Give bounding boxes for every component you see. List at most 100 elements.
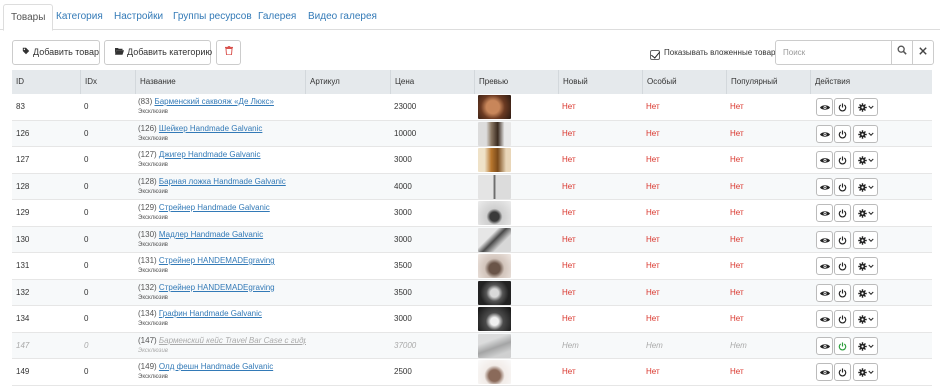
product-name-link[interactable]: Стрейнер HANDEMADEgraving	[159, 256, 275, 265]
preview-thumbnail[interactable]	[478, 307, 511, 331]
col-new-header[interactable]: Новый	[558, 70, 642, 94]
cell-popular: Нет	[730, 340, 747, 350]
view-button[interactable]	[816, 257, 833, 275]
col-idx-header[interactable]: IDx	[80, 70, 135, 94]
folder-open-icon	[115, 41, 124, 64]
settings-dropdown-button[interactable]	[853, 257, 878, 275]
cell-popular: Нет	[730, 261, 744, 270]
cell-new: Нет	[562, 340, 579, 350]
view-button[interactable]	[816, 151, 833, 169]
col-preview-header: Превью	[474, 70, 558, 94]
power-icon	[838, 182, 847, 192]
cell-idx: 0	[84, 367, 89, 376]
tab-settings[interactable]: Настройки	[114, 4, 163, 30]
product-name-link[interactable]: Джигер Handmade Galvanic	[159, 150, 261, 159]
view-button[interactable]	[816, 124, 833, 143]
toggle-active-button[interactable]	[834, 177, 851, 196]
clear-search-button[interactable]	[912, 40, 934, 65]
settings-dropdown-button[interactable]	[853, 230, 878, 249]
settings-dropdown-button[interactable]	[853, 124, 878, 143]
show-nested-toggle[interactable]: Показывать вложенные товары	[650, 48, 781, 60]
col-price-header[interactable]: Цена	[390, 70, 474, 94]
cell-special: Нет	[646, 340, 663, 350]
gear-icon	[857, 102, 867, 112]
preview-thumbnail[interactable]	[478, 174, 511, 199]
view-button[interactable]	[816, 98, 833, 116]
toggle-active-button[interactable]	[834, 336, 851, 355]
tab-category[interactable]: Категория	[56, 4, 103, 30]
view-button[interactable]	[816, 310, 833, 328]
settings-dropdown-button[interactable]	[853, 204, 878, 222]
product-name-link[interactable]: Шейкер Handmade Galvanic	[159, 124, 262, 133]
power-icon	[838, 208, 847, 218]
toggle-active-button[interactable]	[834, 310, 851, 328]
table-row: 130 0 3000 Нет Нет Нет (130) Мадлер Handmade G…	[12, 226, 932, 253]
search-button[interactable]	[891, 40, 913, 65]
show-nested-label: Показывать вложенные товары	[664, 48, 782, 58]
product-name-link[interactable]: Графин Handmade Galvanic	[159, 309, 262, 318]
col-popular-header[interactable]: Популярный	[726, 70, 810, 94]
product-name-link[interactable]: Барменский саквояж «Де Люкс»	[154, 97, 273, 106]
cell-price: 10000	[394, 128, 417, 138]
cell-price: 3500	[394, 261, 412, 270]
tab-resource-groups[interactable]: Группы ресурсов	[173, 4, 252, 30]
add-category-button[interactable]: Добавить категорию	[104, 40, 212, 65]
table-header: ID IDx Название Артикул Цена Превью Новы…	[12, 70, 932, 94]
preview-thumbnail[interactable]	[478, 360, 511, 384]
product-name-link[interactable]: Барменский кейс Travel Bar Case с гидрав	[159, 336, 306, 345]
preview-thumbnail[interactable]	[478, 121, 511, 146]
preview-thumbnail[interactable]	[478, 280, 511, 305]
preview-thumbnail[interactable]	[478, 254, 511, 278]
view-button[interactable]	[816, 283, 833, 302]
view-button[interactable]	[816, 363, 833, 381]
preview-thumbnail[interactable]	[478, 95, 511, 119]
tab-video-gallery[interactable]: Видео галерея	[308, 4, 377, 30]
chevron-down-icon	[867, 182, 874, 192]
tab-gallery[interactable]: Галерея	[258, 4, 296, 30]
eye-icon	[819, 367, 830, 377]
settings-dropdown-button[interactable]	[853, 177, 878, 196]
col-id-header[interactable]: ID	[12, 70, 80, 94]
settings-dropdown-button[interactable]	[853, 98, 878, 116]
settings-dropdown-button[interactable]	[853, 310, 878, 328]
view-button[interactable]	[816, 177, 833, 196]
eye-icon	[819, 129, 830, 139]
preview-thumbnail[interactable]	[478, 148, 511, 172]
add-product-button[interactable]: Добавить товар	[12, 40, 100, 65]
tab-products[interactable]: Товары	[3, 4, 54, 31]
product-name-link[interactable]: Стрейнер HANDEMADEgraving	[159, 283, 275, 292]
toggle-active-button[interactable]	[834, 283, 851, 302]
toggle-active-button[interactable]	[834, 124, 851, 143]
toggle-active-button[interactable]	[834, 363, 851, 381]
col-special-header[interactable]: Особый	[642, 70, 726, 94]
settings-dropdown-button[interactable]	[853, 336, 878, 355]
tab-bar: Товары Категория Настройки Группы ресурс…	[0, 0, 940, 31]
cell-id: 147	[16, 340, 30, 350]
preview-thumbnail[interactable]	[478, 227, 511, 252]
toggle-active-button[interactable]	[834, 230, 851, 249]
preview-thumbnail[interactable]	[478, 201, 511, 225]
toggle-active-button[interactable]	[834, 257, 851, 275]
product-name-link[interactable]: Стрейнер Handmade Galvanic	[159, 203, 270, 212]
product-name-link[interactable]: Барная ложка Handmade Galvanic	[159, 177, 286, 186]
cell-name: (134) Графин Handmade Galvanic	[138, 309, 306, 319]
preview-thumbnail[interactable]	[478, 333, 511, 358]
col-article-header[interactable]: Артикул	[305, 70, 390, 94]
settings-dropdown-button[interactable]	[853, 151, 878, 169]
view-button[interactable]	[816, 230, 833, 249]
col-name-header[interactable]: Название	[135, 70, 305, 94]
trash-icon	[224, 46, 233, 57]
product-name-link[interactable]: Мадлер Handmade Galvanic	[159, 230, 263, 239]
product-category: Эксклюзив	[138, 241, 168, 248]
toggle-active-button[interactable]	[834, 98, 851, 116]
view-button[interactable]	[816, 336, 833, 355]
delete-button[interactable]	[216, 40, 241, 65]
view-button[interactable]	[816, 204, 833, 222]
product-name-link[interactable]: Олд фешн Handmade Galvanic	[159, 362, 273, 371]
toggle-active-button[interactable]	[834, 151, 851, 169]
settings-dropdown-button[interactable]	[853, 363, 878, 381]
settings-dropdown-button[interactable]	[853, 283, 878, 302]
search-input[interactable]	[775, 40, 892, 65]
checkbox-checked-icon[interactable]	[650, 50, 660, 60]
toggle-active-button[interactable]	[834, 204, 851, 222]
